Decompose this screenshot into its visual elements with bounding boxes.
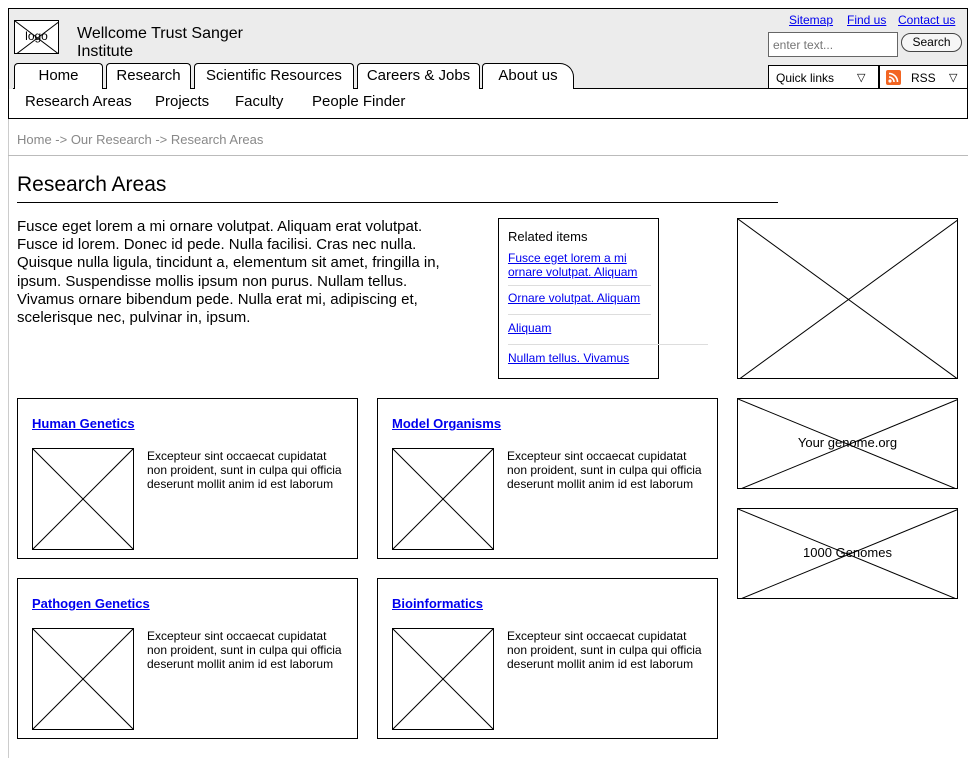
rss-dropdown[interactable]: RSS ▽ [879, 65, 968, 89]
card-title-link[interactable]: Pathogen Genetics [32, 596, 150, 611]
logo-label: logo [25, 29, 48, 43]
image-placeholder-icon [33, 449, 133, 549]
card-description: Excepteur sint occaecat cupidatat non pr… [507, 449, 702, 491]
card-description: Excepteur sint occaecat cupidatat non pr… [507, 629, 702, 671]
related-link[interactable]: Ornare volutpat. Aliquam [508, 291, 653, 305]
search-input[interactable] [768, 32, 898, 57]
tab-home[interactable]: Home [14, 63, 103, 89]
page-border [8, 119, 9, 758]
breadcrumb[interactable]: Home -> Our Research -> Research Areas [17, 132, 263, 147]
subnav-faculty[interactable]: Faculty [235, 93, 283, 110]
chevron-down-icon: ▽ [949, 72, 958, 84]
site-name: Wellcome Trust Sanger Institute [77, 25, 243, 60]
logo[interactable]: logo [14, 20, 59, 54]
research-card-human-genetics: Human Genetics Excepteur sint occaecat c… [17, 398, 358, 559]
tab-research[interactable]: Research [106, 63, 191, 89]
chevron-down-icon: ▽ [857, 72, 866, 84]
image-placeholder-icon [393, 449, 493, 549]
promo-1000-genomes[interactable]: 1000 Genomes [737, 508, 958, 599]
feature-image-placeholder [737, 218, 958, 379]
sitemap-link[interactable]: Sitemap [789, 13, 833, 27]
image-placeholder-icon [738, 219, 957, 378]
related-divider [508, 314, 651, 315]
card-image-placeholder[interactable] [32, 628, 134, 730]
intro-text: Fusce eget lorem a mi ornare volutpat. A… [17, 218, 440, 327]
related-link[interactable]: Fusce eget lorem a mi ornare volutpat. A… [508, 251, 653, 279]
card-title-link[interactable]: Bioinformatics [392, 596, 483, 611]
tab-about-us[interactable]: About us [482, 63, 574, 89]
card-title-link[interactable]: Human Genetics [32, 416, 135, 431]
research-card-bioinformatics: Bioinformatics Excepteur sint occaecat c… [377, 578, 718, 739]
related-divider [508, 344, 708, 345]
card-image-placeholder[interactable] [32, 448, 134, 550]
site-header: logo Wellcome Trust Sanger Institute Sit… [8, 8, 968, 119]
related-link[interactable]: Aliquam [508, 321, 653, 335]
sub-navigation: Research Areas Projects Faculty People F… [9, 89, 967, 118]
card-description: Excepteur sint occaecat cupidatat non pr… [147, 629, 342, 671]
promo-your-genome[interactable]: Your genome.org [737, 398, 958, 489]
title-divider [17, 202, 778, 203]
related-divider [508, 285, 651, 286]
promo-label: 1000 Genomes [803, 545, 892, 560]
rss-label: RSS [911, 71, 936, 85]
page-title: Research Areas [17, 173, 167, 196]
card-description: Excepteur sint occaecat cupidatat non pr… [147, 449, 342, 491]
quick-links-dropdown[interactable]: Quick links ▽ [768, 65, 879, 89]
tab-careers-jobs[interactable]: Careers & Jobs [357, 63, 480, 89]
subnav-projects[interactable]: Projects [155, 93, 209, 110]
image-placeholder-icon [393, 629, 493, 729]
related-link[interactable]: Nullam tellus. Vivamus [508, 351, 653, 365]
contact-us-link[interactable]: Contact us [898, 13, 955, 27]
search-button[interactable]: Search [901, 33, 962, 52]
card-title-link[interactable]: Model Organisms [392, 416, 501, 431]
tab-scientific-resources[interactable]: Scientific Resources [194, 63, 354, 89]
card-image-placeholder[interactable] [392, 628, 494, 730]
find-us-link[interactable]: Find us [847, 13, 886, 27]
image-placeholder-icon [33, 629, 133, 729]
research-card-model-organisms: Model Organisms Excepteur sint occaecat … [377, 398, 718, 559]
subnav-research-areas[interactable]: Research Areas [25, 93, 132, 110]
research-card-pathogen-genetics: Pathogen Genetics Excepteur sint occaeca… [17, 578, 358, 739]
promo-label: Your genome.org [797, 435, 898, 450]
breadcrumb-divider [8, 155, 968, 156]
related-items-heading: Related items [508, 229, 588, 244]
quick-links-label: Quick links [776, 71, 835, 85]
subnav-people-finder[interactable]: People Finder [312, 93, 405, 110]
card-image-placeholder[interactable] [392, 448, 494, 550]
rss-icon [886, 70, 901, 85]
related-items-box: Related items Fusce eget lorem a mi orna… [498, 218, 708, 379]
